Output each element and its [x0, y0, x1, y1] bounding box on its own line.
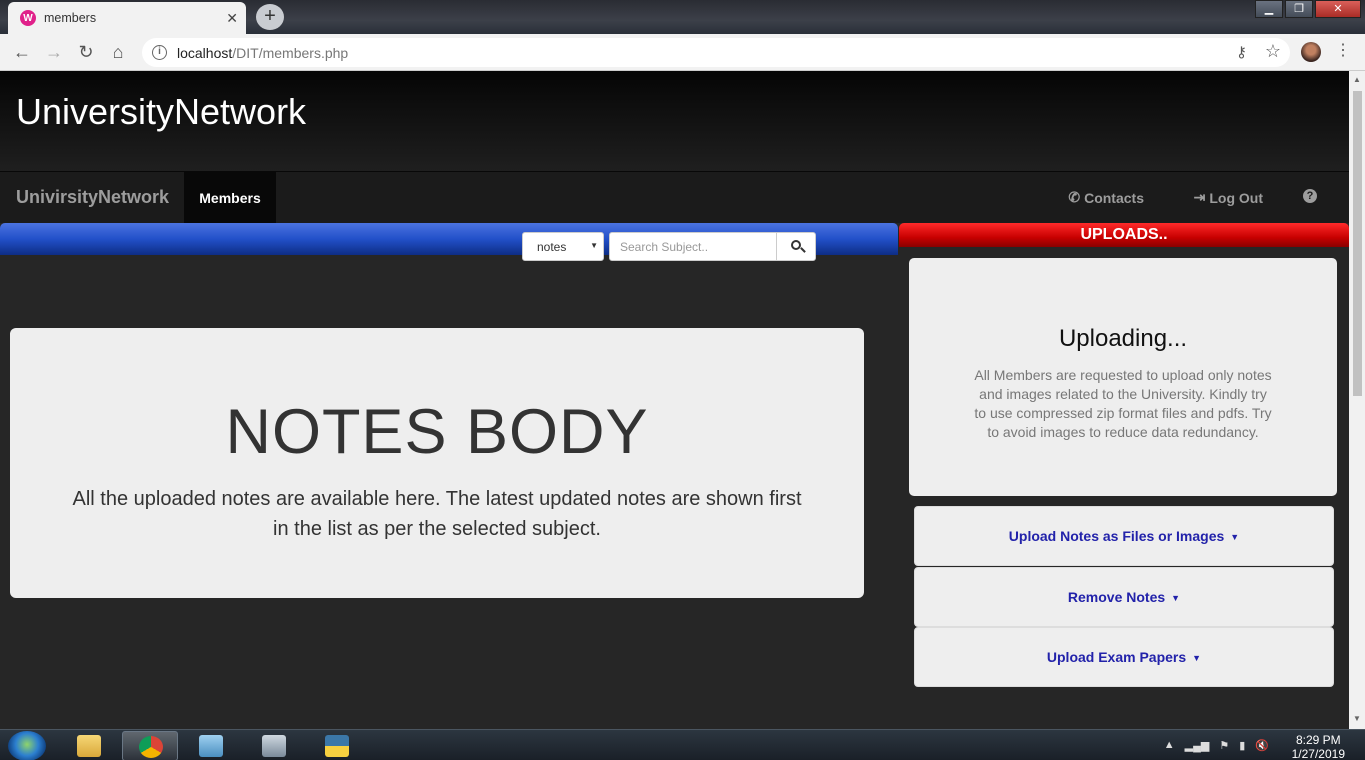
browser-menu-icon[interactable]: ⋮ [1335, 40, 1351, 60]
new-tab-button[interactable]: + [256, 4, 284, 30]
nav-item-logout[interactable]: ⇥ Log Out [1194, 189, 1263, 206]
home-icon[interactable]: ⌂ [108, 42, 128, 63]
uploading-text: All Members are requested to upload only… [974, 367, 1272, 440]
caret-down-icon: ▼ [1230, 532, 1240, 542]
taskbar-notepad[interactable] [183, 731, 239, 760]
category-select-value: notes [537, 240, 567, 254]
start-button[interactable] [8, 731, 46, 760]
url-host: localhost [177, 44, 233, 61]
upload-notes-panel[interactable]: Upload Notes as Files or Images ▼ [914, 506, 1334, 566]
taskbar-chrome[interactable] [122, 731, 178, 760]
question-circle-icon[interactable]: ? [1303, 189, 1317, 203]
site-title: UniversityNetwork [16, 91, 307, 132]
uploading-card: Uploading... All Members are requested t… [909, 258, 1337, 496]
folder-icon [77, 735, 101, 757]
category-select[interactable]: notes ▼ [522, 232, 604, 261]
python-icon [325, 735, 349, 757]
scroll-up-icon[interactable]: ▲ [1353, 75, 1361, 84]
search-subject-input[interactable]: Search Subject.. [609, 232, 777, 261]
forward-arrow-icon[interactable]: → [44, 42, 64, 63]
notes-heading: NOTES BODY [225, 397, 649, 467]
profile-avatar[interactable] [1301, 42, 1321, 62]
caret-down-icon: ▼ [1192, 653, 1202, 663]
contacts-label: Contacts [1084, 189, 1144, 206]
restore-button[interactable]: ❐ [1285, 0, 1313, 18]
keyboard-icon [262, 735, 286, 757]
clock-date: 1/27/2019 [1291, 747, 1345, 760]
tab-close-icon[interactable]: ✕ [226, 10, 238, 27]
show-hidden-icons-icon[interactable]: ▲ [1164, 739, 1175, 752]
system-tray: ▲ ▂▄▆ ⚑ ▮ 🔇 [1164, 739, 1269, 752]
taskbar-python[interactable] [309, 731, 365, 760]
search-icon-handle [800, 247, 806, 253]
uploads-bar-title: UPLOADS.. [899, 223, 1349, 247]
reload-icon[interactable]: ↻ [76, 42, 96, 63]
wamp-favicon-icon: W [20, 10, 36, 26]
upload-exam-papers-label: Upload Exam Papers [1046, 649, 1187, 665]
browser-tab[interactable]: W members ✕ [8, 2, 246, 34]
notes-description: All the uploaded notes are available her… [72, 488, 802, 540]
back-arrow-icon[interactable]: ← [12, 42, 32, 63]
upload-exam-papers-panel[interactable]: Upload Exam Papers ▼ [914, 627, 1334, 687]
chevron-down-icon: ▼ [590, 241, 598, 250]
logout-label: Log Out [1209, 189, 1263, 206]
minimize-button[interactable]: ▁ [1255, 0, 1283, 18]
caret-down-icon: ▼ [1171, 593, 1181, 603]
chrome-icon [139, 736, 163, 758]
close-window-button[interactable]: ✕ [1315, 0, 1361, 18]
address-bar[interactable]: i localhost/DIT/members.php [142, 38, 1290, 67]
notepad-icon [199, 735, 223, 757]
search-button[interactable] [776, 232, 816, 261]
battery-icon[interactable]: ▮ [1239, 739, 1245, 752]
key-icon[interactable]: ⚷ [1236, 43, 1247, 61]
top-navbar: UnivirsityNetwork Members ✆ Contacts ⇥ L… [0, 171, 1349, 224]
browser-tabstrip: W members ✕ + ▁ ❐ ✕ [0, 0, 1365, 34]
info-icon[interactable]: i [152, 45, 167, 60]
notes-body-card: NOTES BODY All the uploaded notes are av… [10, 328, 864, 598]
url-path: /DIT/members.php [232, 44, 349, 61]
os-taskbar: ▲ ▂▄▆ ⚑ ▮ 🔇 8:29 PM 1/27/2019 [0, 729, 1365, 760]
taskbar-keyboard[interactable] [246, 731, 302, 760]
remove-notes-panel[interactable]: Remove Notes ▼ [914, 567, 1334, 627]
navbar-brand[interactable]: UnivirsityNetwork [16, 187, 169, 208]
phone-icon: ✆ [1068, 189, 1081, 205]
nav-item-members[interactable]: Members [184, 172, 276, 224]
uploading-title: Uploading... [1058, 325, 1188, 352]
network-icon[interactable]: ▂▄▆ [1185, 739, 1210, 752]
tab-title: members [44, 11, 97, 25]
site-header: UniversityNetwork [0, 71, 1349, 171]
scrollbar-thumb[interactable] [1353, 91, 1362, 396]
logout-icon: ⇥ [1193, 189, 1206, 205]
page-viewport: UniversityNetwork UnivirsityNetwork Memb… [0, 71, 1349, 729]
taskbar-explorer[interactable] [61, 731, 117, 760]
nav-item-contacts[interactable]: ✆ Contacts [1068, 189, 1144, 206]
remove-notes-label: Remove Notes [1067, 589, 1166, 605]
scroll-down-icon[interactable]: ▼ [1353, 714, 1361, 723]
browser-toolbar: ← → ↻ ⌂ i localhost/DIT/members.php ⚷ ☆ … [0, 34, 1365, 71]
upload-notes-label: Upload Notes as Files or Images [1008, 528, 1225, 544]
taskbar-clock[interactable]: 8:29 PM 1/27/2019 [1292, 733, 1345, 760]
clock-time: 8:29 PM [1295, 733, 1341, 747]
action-center-flag-icon[interactable]: ⚑ [1219, 739, 1229, 752]
volume-muted-icon[interactable]: 🔇 [1255, 739, 1269, 752]
bookmark-star-icon[interactable]: ☆ [1265, 41, 1281, 62]
window-controls: ▁ ❐ ✕ [1253, 0, 1361, 18]
page-scrollbar[interactable]: ▲ ▼ [1349, 71, 1365, 729]
